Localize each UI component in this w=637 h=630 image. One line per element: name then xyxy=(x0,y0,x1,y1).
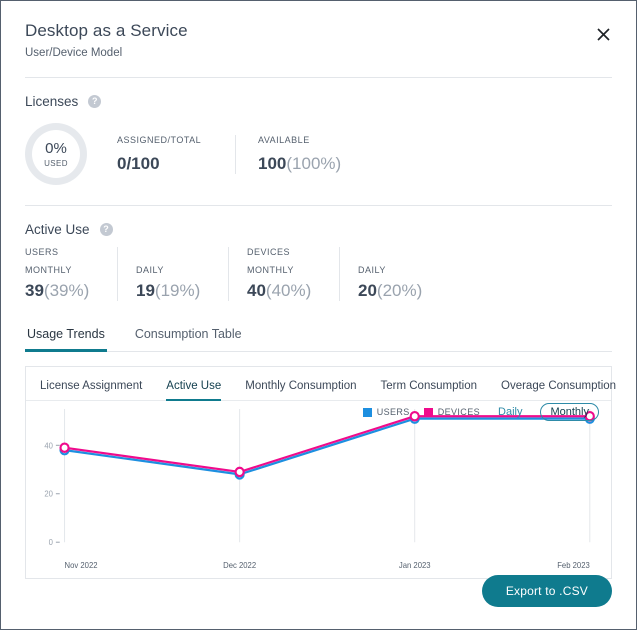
active-use-title: Active Use xyxy=(25,222,90,237)
licenses-title: Licenses xyxy=(25,94,78,109)
tab-active-use[interactable]: Active Use xyxy=(166,380,221,401)
active-use-stats-grid: USERS MONTHLY 39(39%) DAILY 19(19%) DEVI… xyxy=(1,237,636,301)
usage-tabs: Usage Trends Consumption Table xyxy=(25,321,612,352)
stat-value: 100(100%) xyxy=(258,154,354,174)
stat-value-percent: (100%) xyxy=(286,154,341,173)
stat-available: AVAILABLE 100(100%) xyxy=(235,135,376,174)
stat-caption: AVAILABLE xyxy=(258,135,354,145)
value-number: 19 xyxy=(136,281,155,300)
chart-legend: USERS DEVICES Daily Monthly xyxy=(363,403,599,421)
svg-text:Nov 2022: Nov 2022 xyxy=(65,561,98,570)
legend-label-devices: DEVICES xyxy=(438,407,480,417)
active-use-col-users-monthly: USERS MONTHLY 39(39%) xyxy=(25,247,117,301)
tab-consumption-table[interactable]: Consumption Table xyxy=(133,321,244,352)
value-percent: (19%) xyxy=(155,281,200,300)
legend-item-devices[interactable]: DEVICES xyxy=(424,407,480,417)
active-use-section-header: Active Use ? xyxy=(1,206,636,237)
tab-usage-trends[interactable]: Usage Trends xyxy=(25,321,107,352)
stat-value-number: 100 xyxy=(258,154,286,173)
value-number: 20 xyxy=(358,281,377,300)
tab-term-consumption[interactable]: Term Consumption xyxy=(381,380,478,401)
export-csv-button[interactable]: Export to .CSV xyxy=(482,575,612,607)
value-percent: (39%) xyxy=(44,281,89,300)
active-use-col-devices-monthly: DEVICES MONTHLY 40(40%) xyxy=(228,247,339,301)
active-use-value: 19(19%) xyxy=(136,281,210,301)
gauge-label: USED xyxy=(44,159,68,168)
close-icon[interactable] xyxy=(592,23,614,45)
tab-monthly-consumption[interactable]: Monthly Consumption xyxy=(245,380,356,401)
stat-assigned-total: ASSIGNED/TOTAL 0/100 xyxy=(87,135,235,174)
period-label: DAILY xyxy=(358,265,432,275)
page-subtitle: User/Device Model xyxy=(25,47,612,59)
svg-text:Feb 2023: Feb 2023 xyxy=(557,561,590,570)
chart-tabs: License Assignment Active Use Monthly Co… xyxy=(26,367,611,401)
granularity-daily[interactable]: Daily xyxy=(494,404,526,420)
value-number: 39 xyxy=(25,281,44,300)
group-label xyxy=(358,247,432,261)
licenses-stats-row: 0% USED ASSIGNED/TOTAL 0/100 AVAILABLE 1… xyxy=(1,109,636,185)
desktop-as-a-service-panel: Desktop as a Service User/Device Model L… xyxy=(0,0,637,630)
group-label: USERS xyxy=(25,247,99,261)
svg-text:Dec 2022: Dec 2022 xyxy=(223,561,256,570)
chart-card: License Assignment Active Use Monthly Co… xyxy=(25,366,612,579)
stat-value-number: 0/100 xyxy=(117,154,160,173)
value-number: 40 xyxy=(247,281,266,300)
help-icon-licenses[interactable]: ? xyxy=(88,95,101,108)
licenses-section-header: Licenses ? xyxy=(1,78,636,109)
active-use-value: 20(20%) xyxy=(358,281,432,301)
active-use-value: 39(39%) xyxy=(25,281,99,301)
value-percent: (20%) xyxy=(377,281,422,300)
active-use-col-devices-daily: DAILY 20(20%) xyxy=(339,247,450,301)
legend-label-users: USERS xyxy=(377,407,410,417)
value-percent: (40%) xyxy=(266,281,311,300)
stat-value: 0/100 xyxy=(117,154,213,174)
svg-text:Jan 2023: Jan 2023 xyxy=(399,561,431,570)
period-label: DAILY xyxy=(136,265,210,275)
legend-item-users[interactable]: USERS xyxy=(363,407,410,417)
granularity-monthly[interactable]: Monthly xyxy=(540,403,599,421)
svg-text:20: 20 xyxy=(44,490,53,499)
panel-header: Desktop as a Service User/Device Model xyxy=(1,1,636,59)
active-use-col-users-daily: DAILY 19(19%) xyxy=(117,247,228,301)
stat-caption: ASSIGNED/TOTAL xyxy=(117,135,213,145)
legend-swatch-icon-users xyxy=(363,408,372,417)
usage-line-chart: 0 20 40 Nov 2022 Dec 2022 Jan 2023 Feb 2023 xyxy=(26,401,611,578)
tab-overage-consumption[interactable]: Overage Consumption xyxy=(501,380,616,401)
help-icon-active-use[interactable]: ? xyxy=(100,223,113,236)
group-label: DEVICES xyxy=(247,247,321,261)
license-usage-gauge: 0% USED xyxy=(25,123,87,185)
group-label xyxy=(136,247,210,261)
export-area: Export to .CSV xyxy=(482,575,612,607)
page-title: Desktop as a Service xyxy=(25,21,612,41)
svg-text:0: 0 xyxy=(49,538,54,547)
svg-text:40: 40 xyxy=(44,441,53,450)
gauge-percent: 0% xyxy=(45,141,67,156)
legend-swatch-icon-devices xyxy=(424,408,433,417)
period-label: MONTHLY xyxy=(25,265,99,275)
tab-license-assignment[interactable]: License Assignment xyxy=(40,380,142,401)
active-use-value: 40(40%) xyxy=(247,281,321,301)
period-label: MONTHLY xyxy=(247,265,321,275)
